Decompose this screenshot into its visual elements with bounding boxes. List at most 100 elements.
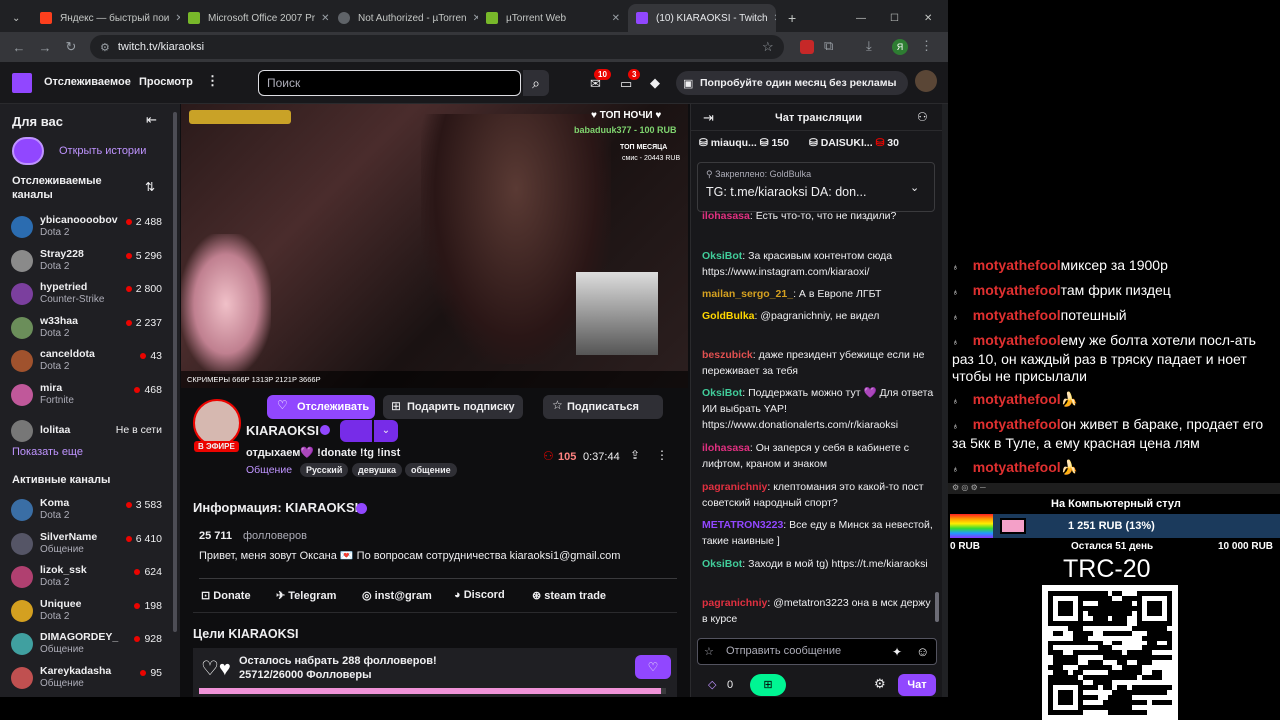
menu-kebab-icon[interactable]: ⋮ xyxy=(920,38,933,54)
chat-username[interactable]: METATRON3223 xyxy=(702,519,783,531)
tag-1[interactable]: девушка xyxy=(352,463,403,477)
more-kebab-icon[interactable]: ⋮ xyxy=(206,73,219,89)
sidebar-item-followed_items-2[interactable]: hypetried Counter-Strike 2 800 xyxy=(0,277,170,311)
tag-2[interactable]: общение xyxy=(405,463,457,477)
claim-bonus-button[interactable]: ⊞ xyxy=(750,674,786,696)
reward-button[interactable] xyxy=(340,420,372,442)
chat-message[interactable]: OksiBot: Поддержать можно тут 💜 Для отве… xyxy=(702,385,934,433)
chat-username[interactable]: OksiBot xyxy=(702,250,742,262)
channel-name[interactable]: KIARAOKSI xyxy=(246,423,319,438)
leader-0[interactable]: ⛁ miauqu... ⛁ 150 xyxy=(699,137,789,149)
more-kebab-icon[interactable]: ⋮ xyxy=(656,448,668,462)
close-icon[interactable]: ✕ xyxy=(169,13,180,24)
chat-message[interactable]: METATRON3223: Все еду в Минск за невесто… xyxy=(702,517,934,549)
chat-username[interactable]: ilohasasa xyxy=(702,442,750,454)
chat-message[interactable]: OksiBot: За красивым контентом сюда http… xyxy=(702,248,934,280)
chat-message[interactable]: pagranichniy: клептомания это какой-то п… xyxy=(702,479,934,511)
sidebar-item-active_items-4[interactable]: DIMAGORDEY_ Общение 928 xyxy=(0,627,170,661)
collapse-sidebar-icon[interactable]: ⇤ xyxy=(146,112,157,128)
download-icon[interactable]: ⤓ xyxy=(866,38,872,54)
bookmark-star-icon[interactable]: ☆ xyxy=(762,39,774,55)
user-avatar[interactable] xyxy=(915,70,937,92)
donate-link[interactable]: ⊡ Donate xyxy=(201,589,251,602)
sidebar-item-active_items-5[interactable]: Kareykadasha Общение 95 xyxy=(0,661,170,695)
goal-follow-button[interactable]: ♡ xyxy=(635,655,671,679)
tab-3[interactable]: µTorrent Web ✕ xyxy=(478,4,628,32)
minimize-icon[interactable]: — xyxy=(848,4,868,32)
chat-username[interactable]: mailan_sergo_21_ xyxy=(702,288,793,300)
sidebar-item-active_items-0[interactable]: Koma Dota 2 3 583 xyxy=(0,493,170,527)
chat-username[interactable]: GoldBulka xyxy=(702,310,755,322)
tab-1[interactable]: Microsoft Office 2007 Pr ✕ xyxy=(180,4,330,32)
instagram-link[interactable]: ◎ inst@gram xyxy=(362,589,432,602)
collapse-chat-icon[interactable]: ⇥ xyxy=(703,110,714,126)
show-more-link[interactable]: Показать еще xyxy=(12,446,83,458)
prime-promo-button[interactable]: Попробуйте один месяц без рекламы xyxy=(676,71,908,95)
magic-icon[interactable]: ✦ xyxy=(892,645,902,659)
site-info-icon[interactable]: ⚙ xyxy=(100,41,110,54)
telegram-link[interactable]: ✈ Telegram xyxy=(276,589,336,602)
settings-gear-icon[interactable]: ⚙ xyxy=(874,676,886,692)
chevron-down-icon[interactable]: ⌄ xyxy=(910,181,919,194)
category-link[interactable]: Общение xyxy=(246,464,292,476)
sidebar-item-followed_items-0[interactable]: ybicanoooobov Dota 2 2 488 xyxy=(0,210,170,244)
sidebar-item-active_items-2[interactable]: lizok_ssk Dota 2 624 xyxy=(0,560,170,594)
channel-avatar[interactable] xyxy=(193,399,241,447)
window-close-icon[interactable]: ✕ xyxy=(916,4,936,32)
chat-username[interactable]: pagranichniy xyxy=(702,481,767,493)
tag-0[interactable]: Русский xyxy=(300,463,349,477)
smile-icon[interactable]: ☺ xyxy=(916,644,929,659)
close-icon[interactable]: ✕ xyxy=(768,13,776,24)
pinned-message[interactable]: ⚲ Закреплено: GoldBulka TG: t.me/kiaraok… xyxy=(697,162,935,212)
steam-link[interactable]: ⊛ steam trade xyxy=(532,589,606,602)
chat-username[interactable]: OksiBot xyxy=(702,387,742,399)
stories-link[interactable]: Открыть истории xyxy=(59,145,146,157)
nav-browse[interactable]: Просмотр xyxy=(139,76,193,88)
chat-send-button[interactable]: Чат xyxy=(898,674,936,696)
stories-avatar[interactable] xyxy=(12,137,44,165)
extension-icon[interactable] xyxy=(800,40,814,54)
chat-message[interactable]: GoldBulka: @pagranichniy, не видел xyxy=(702,308,934,324)
chat-message[interactable]: pagranichniy: @metatron3223 она в мск де… xyxy=(702,595,934,627)
chat-message[interactable]: ilohasasa: Он заперся у себя в кабинете … xyxy=(702,440,934,472)
close-icon[interactable]: ✕ xyxy=(467,13,478,24)
chat-username[interactable]: OksiBot xyxy=(702,558,742,570)
maximize-icon[interactable]: ☐ xyxy=(882,4,902,32)
search-icon[interactable]: ⌕ xyxy=(523,70,549,96)
sidebar-item-followed_items-4[interactable]: canceldota Dota 2 43 xyxy=(0,344,170,378)
chevron-down-icon[interactable]: ⌄ xyxy=(374,420,398,442)
close-icon[interactable]: ✕ xyxy=(315,13,329,24)
emote-icon[interactable]: ☆ xyxy=(704,645,714,658)
reload-icon[interactable]: ↻ xyxy=(58,39,84,55)
search-input[interactable]: Поиск xyxy=(258,70,521,96)
url-field[interactable]: ⚙ twitch.tv/kiaraoksi xyxy=(90,35,784,59)
nav-following[interactable]: Отслеживаемое xyxy=(44,76,131,88)
sidebar-scrollbar[interactable] xyxy=(173,112,177,632)
chat-scrollbar[interactable] xyxy=(935,592,939,622)
back-icon[interactable]: ← xyxy=(6,40,32,55)
tab-4[interactable]: (10) KIARAOKSI - Twitch✕ xyxy=(628,4,776,32)
leader-1[interactable]: ⛁ DAISUKI... ⛁ 30 xyxy=(809,137,899,149)
gift-sub-button[interactable]: Подарить подписку xyxy=(383,395,523,419)
tab-0[interactable]: Яндекс — быстрый пои ✕ xyxy=(32,4,180,32)
close-icon[interactable]: ✕ xyxy=(606,13,620,24)
sidebar-item-followed_items-1[interactable]: Stray228 Dota 2 5 296 xyxy=(0,244,170,278)
points-icon[interactable]: ◇ xyxy=(708,678,716,691)
sidebar-item-offline[interactable]: lolitaa Не в сети xyxy=(0,414,170,448)
chat-message[interactable]: ilohasasa: Есть что-то, что не пиздили? xyxy=(702,208,934,224)
bits-icon[interactable]: ◆ xyxy=(650,75,660,91)
sidebar-item-followed_items-3[interactable]: w33haa Dota 2 2 237 xyxy=(0,311,170,345)
chat-message[interactable]: beszubick: даже президент убежище если н… xyxy=(702,347,934,379)
chat-message[interactable]: OksiBot: Заходи в мой tg) https://t.me/k… xyxy=(702,556,934,572)
sidebar-item-active_items-3[interactable]: Uniquee Dota 2 198 xyxy=(0,594,170,628)
share-icon[interactable]: ⇪ xyxy=(630,448,640,462)
extensions-puzzle-icon[interactable]: ⧉ xyxy=(824,38,833,54)
sidebar-item-followed_items-5[interactable]: mira Fortnite 468 xyxy=(0,378,170,412)
chat-username[interactable]: ilohasasa xyxy=(702,210,750,222)
chat-username[interactable]: pagranichniy xyxy=(702,597,767,609)
tab-search-icon[interactable]: ⌄ xyxy=(8,4,28,32)
users-icon[interactable]: ⚇ xyxy=(917,110,928,124)
chat-username[interactable]: beszubick xyxy=(702,349,753,361)
sort-icon[interactable]: ⇅ xyxy=(145,180,155,194)
chat-message[interactable]: mailan_sergo_21_: А в Европе ЛГБТ xyxy=(702,286,934,302)
